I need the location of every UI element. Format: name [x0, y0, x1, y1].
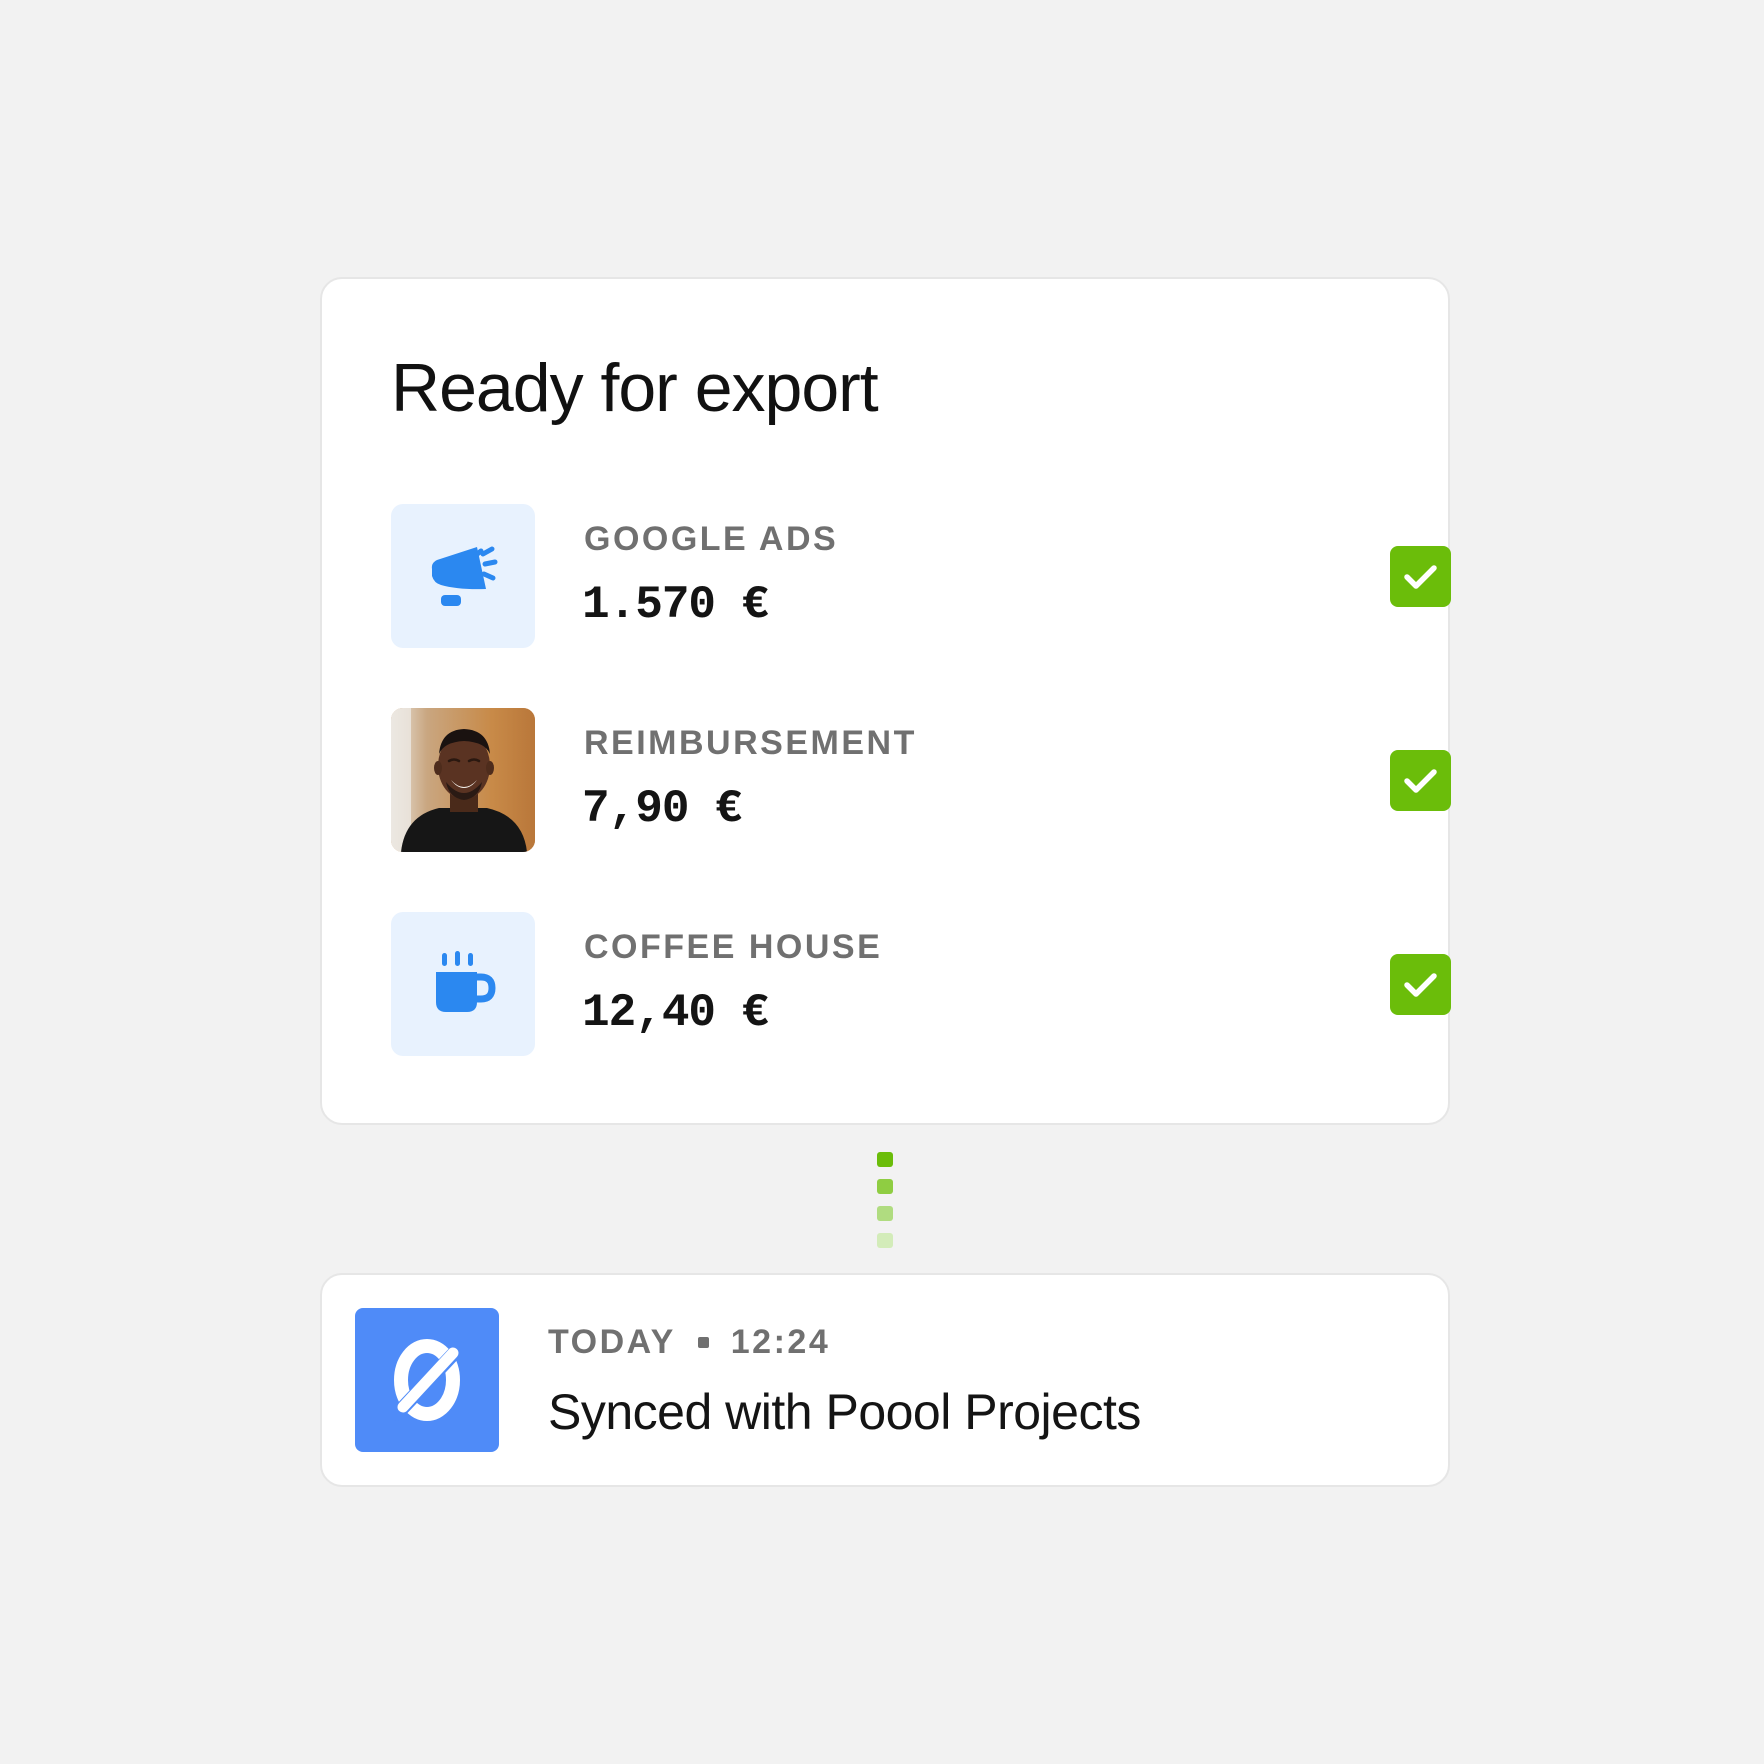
list-item[interactable]: COFFEE HOUSE 12,40 € — [391, 912, 1451, 1056]
item-label: REIMBURSEMENT — [584, 724, 917, 762]
item-amount: 1.570 € — [582, 579, 769, 631]
checkmark-icon — [1404, 973, 1437, 997]
connector-dot — [877, 1152, 893, 1167]
sync-day: TODAY — [548, 1323, 676, 1361]
item-label: GOOGLE ADS — [584, 520, 839, 558]
checkmark-icon — [1404, 565, 1437, 589]
connector-dot — [877, 1206, 893, 1221]
list-item[interactable]: GOOGLE ADS 1.570 € — [391, 504, 1451, 648]
avatar — [391, 708, 535, 852]
checkbox-checked[interactable] — [1390, 954, 1451, 1015]
checkbox-checked[interactable] — [1390, 750, 1451, 811]
sync-title: Synced with Poool Projects — [548, 1384, 1141, 1440]
card-title: Ready for export — [391, 350, 879, 426]
coffee-cup-icon — [391, 912, 535, 1056]
megaphone-icon — [391, 504, 535, 648]
checkmark-icon — [1404, 769, 1437, 793]
poool-logo-icon — [355, 1308, 499, 1452]
export-card: Ready for export GOOGLE ADS 1.570 € REIM… — [320, 277, 1451, 1125]
separator-dot — [697, 1336, 709, 1348]
item-amount: 7,90 € — [582, 783, 743, 835]
sync-meta: TODAY 12:24 — [548, 1325, 830, 1361]
connector-dot — [877, 1179, 893, 1194]
progress-connector — [877, 1152, 893, 1248]
sync-card[interactable]: TODAY 12:24 Synced with Poool Projects — [320, 1273, 1450, 1487]
item-amount: 12,40 € — [582, 987, 769, 1039]
list-item[interactable]: REIMBURSEMENT 7,90 € — [391, 708, 1451, 852]
connector-dot — [877, 1233, 893, 1248]
checkbox-checked[interactable] — [1390, 546, 1451, 607]
sync-time: 12:24 — [730, 1323, 831, 1361]
item-label: COFFEE HOUSE — [584, 928, 883, 966]
